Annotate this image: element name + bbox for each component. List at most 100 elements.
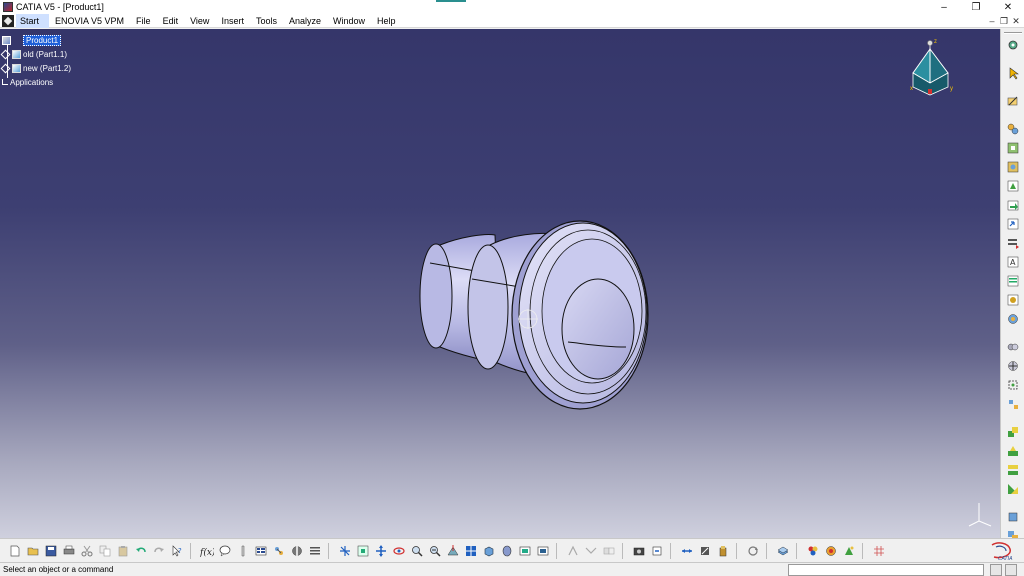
constraint-coincidence-icon[interactable] xyxy=(1005,424,1021,440)
restore-button[interactable]: ❐ xyxy=(960,0,992,14)
sectioning-icon[interactable] xyxy=(584,544,598,558)
multi-instantiation-icon[interactable] xyxy=(1005,339,1021,355)
macros-icon[interactable] xyxy=(308,544,322,558)
menu-analyze[interactable]: Analyze xyxy=(283,14,327,28)
status-button-2[interactable] xyxy=(1005,564,1017,576)
save-icon[interactable] xyxy=(44,544,58,558)
menu-file[interactable]: File xyxy=(130,14,157,28)
select-arrow-icon[interactable] xyxy=(1005,65,1021,81)
3d-viewport[interactable]: Product1 old (Part1.1) new (Part1.2) App… xyxy=(0,29,1000,538)
knowledge-icon[interactable] xyxy=(218,544,232,558)
open-icon[interactable] xyxy=(26,544,40,558)
tree-root-row[interactable]: Product1 xyxy=(2,33,71,47)
tree-item-part-old[interactable]: old (Part1.1) xyxy=(0,47,71,61)
view-mode-icon[interactable] xyxy=(290,544,304,558)
status-button-1[interactable] xyxy=(990,564,1002,576)
catalog-icon[interactable] xyxy=(254,544,268,558)
part-bushing-model[interactable] xyxy=(400,197,670,412)
menu-enovia[interactable]: ENOVIA V5 VPM xyxy=(49,14,130,28)
new-component-icon[interactable] xyxy=(1005,140,1021,156)
existing-component-icon[interactable] xyxy=(1005,197,1021,213)
doc-close-button[interactable]: ✕ xyxy=(1010,14,1022,28)
tree-item-label[interactable]: new (Part1.2) xyxy=(23,64,71,73)
bill-of-material-icon[interactable] xyxy=(1005,273,1021,289)
new-icon[interactable] xyxy=(8,544,22,558)
minimize-button[interactable]: – xyxy=(928,0,960,14)
measure-item-icon[interactable] xyxy=(698,544,712,558)
tree-root-label[interactable]: Product1 xyxy=(23,34,62,46)
print-icon[interactable] xyxy=(62,544,76,558)
design-table-icon[interactable] xyxy=(272,544,286,558)
formula-icon[interactable]: f(x) xyxy=(200,544,214,558)
zoom-out-icon[interactable] xyxy=(428,544,442,558)
expand-icon[interactable] xyxy=(0,63,11,73)
shading-icon[interactable] xyxy=(500,544,514,558)
redo-icon[interactable] xyxy=(152,544,166,558)
clash-icon[interactable] xyxy=(566,544,580,558)
refresh-icon[interactable] xyxy=(746,544,760,558)
normal-view-icon[interactable] xyxy=(446,544,460,558)
copy-icon[interactable] xyxy=(98,544,112,558)
swap-visible-icon[interactable] xyxy=(536,544,550,558)
pan-icon[interactable] xyxy=(374,544,388,558)
constraint-offset-icon[interactable] xyxy=(1005,462,1021,478)
new-product-icon[interactable] xyxy=(1005,159,1021,175)
fix-component-icon[interactable] xyxy=(1005,292,1021,308)
camera-icon[interactable] xyxy=(632,544,646,558)
measure-inertia-icon[interactable] xyxy=(716,544,730,558)
menu-window[interactable]: Window xyxy=(327,14,371,28)
undo-icon[interactable] xyxy=(134,544,148,558)
iso-view-icon[interactable] xyxy=(482,544,496,558)
scenes-icon[interactable] xyxy=(842,544,856,558)
power-input-field[interactable] xyxy=(788,564,984,576)
paste-icon[interactable] xyxy=(116,544,130,558)
apply-material-icon[interactable] xyxy=(806,544,820,558)
assembly-icon[interactable] xyxy=(1005,121,1021,137)
zoom-in-icon[interactable] xyxy=(410,544,424,558)
compass-icon[interactable] xyxy=(1005,37,1021,53)
rotate-icon[interactable] xyxy=(392,544,406,558)
document-control-icon[interactable] xyxy=(2,14,14,27)
explode-icon[interactable] xyxy=(1005,396,1021,412)
menu-start[interactable]: Start xyxy=(16,13,50,28)
distance-icon[interactable] xyxy=(602,544,616,558)
tree-item-applications[interactable]: Applications xyxy=(2,75,71,89)
move-icon[interactable] xyxy=(1005,358,1021,374)
fix-icon[interactable] xyxy=(1005,509,1021,525)
new-part-icon[interactable] xyxy=(1005,178,1021,194)
toolbar-grip[interactable] xyxy=(1003,32,1022,34)
fly-mode-icon[interactable] xyxy=(338,544,352,558)
expand-icon[interactable] xyxy=(0,49,11,59)
tree-item-label[interactable]: Applications xyxy=(10,78,53,87)
snap-icon[interactable] xyxy=(1005,377,1021,393)
constraint-angle-icon[interactable] xyxy=(1005,481,1021,497)
generate-numbering-icon[interactable]: A xyxy=(1005,254,1021,270)
tree-item-label[interactable]: old (Part1.1) xyxy=(23,50,67,59)
layer-icon[interactable] xyxy=(776,544,790,558)
menu-insert[interactable]: Insert xyxy=(215,14,250,28)
cut-icon[interactable] xyxy=(80,544,94,558)
close-button[interactable]: ✕ xyxy=(992,0,1024,14)
grid-icon[interactable] xyxy=(872,544,886,558)
measure-between-icon[interactable] xyxy=(680,544,694,558)
multi-view-icon[interactable] xyxy=(464,544,478,558)
whats-this-icon[interactable]: ? xyxy=(170,544,184,558)
render-icon[interactable] xyxy=(824,544,838,558)
fit-all-icon[interactable] xyxy=(356,544,370,558)
reorder-icon[interactable] xyxy=(1005,311,1021,327)
sketch-icon[interactable] xyxy=(1005,93,1021,109)
tree-item-part-new[interactable]: new (Part1.2) xyxy=(0,61,71,75)
hide-show-icon[interactable] xyxy=(518,544,532,558)
replace-component-icon[interactable] xyxy=(1005,216,1021,232)
graph-tree-icon[interactable] xyxy=(1005,235,1021,251)
menu-help[interactable]: Help xyxy=(371,14,402,28)
publish-icon[interactable] xyxy=(650,544,664,558)
menu-tools[interactable]: Tools xyxy=(250,14,283,28)
doc-minimize-button[interactable]: – xyxy=(986,14,998,28)
constraint-contact-icon[interactable] xyxy=(1005,443,1021,459)
menu-view[interactable]: View xyxy=(184,14,215,28)
doc-restore-button[interactable]: ❐ xyxy=(998,14,1010,28)
measure-icon[interactable] xyxy=(236,544,250,558)
menu-edit[interactable]: Edit xyxy=(157,14,185,28)
compass-icon[interactable]: x y z xyxy=(908,37,960,105)
